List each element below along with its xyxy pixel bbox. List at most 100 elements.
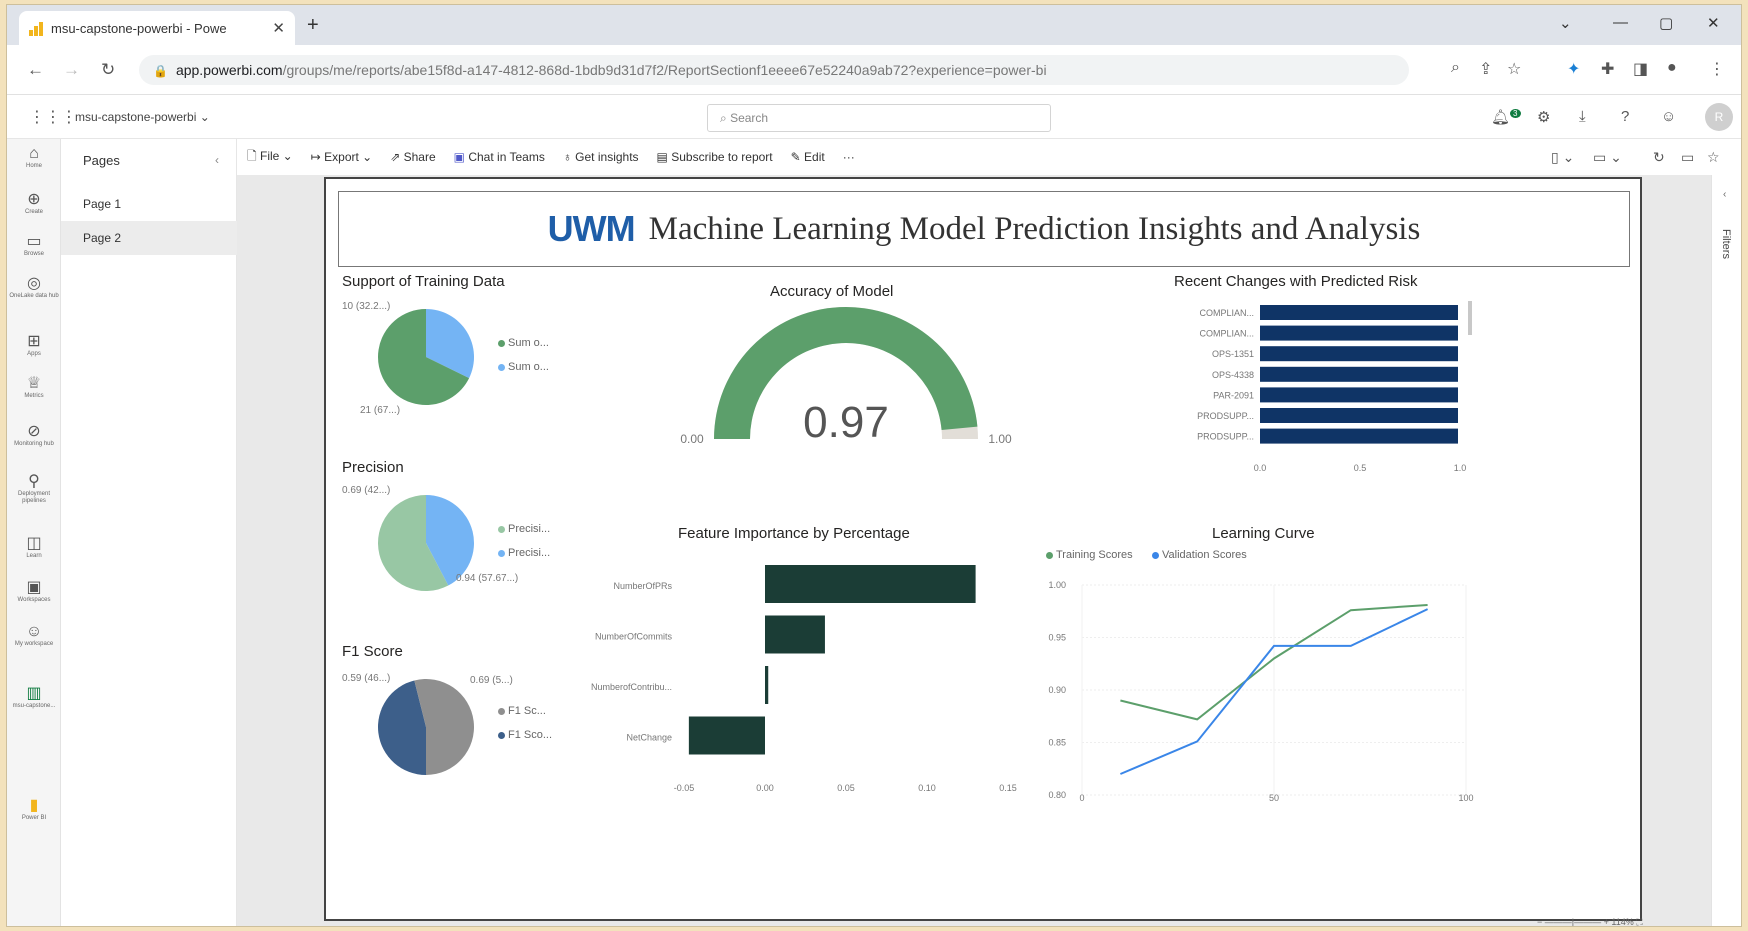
zoom-slider-thumb[interactable]: |	[1572, 917, 1574, 926]
risk-x-tick: 1.0	[1454, 463, 1467, 473]
rail-item-create[interactable]: ⊕ Create	[7, 189, 61, 216]
filters-pane[interactable]: ‹ Filters	[1711, 175, 1741, 926]
fit-page-icon[interactable]: ▭ ⌄	[1593, 149, 1622, 166]
file-menu[interactable]: 🗋︎ File ⌄	[247, 147, 293, 168]
maximize-icon[interactable]: ▢	[1659, 14, 1673, 32]
monitoring-icon: ⊘	[27, 423, 41, 440]
page-item-1[interactable]: Page 1	[61, 187, 237, 221]
rail-item-my-workspace[interactable]: ☺ My workspace	[7, 623, 61, 648]
rail-item-metrics[interactable]: ♕ Metrics	[7, 373, 61, 400]
more-options-button[interactable]: ···	[843, 150, 855, 164]
close-window-icon[interactable]: ✕	[1707, 14, 1720, 32]
rail-item-powerbi[interactable]: ▮ Power BI	[7, 795, 61, 822]
profile-icon[interactable]: ●	[1667, 59, 1677, 77]
bookmark-star-icon[interactable]: ☆	[1507, 59, 1521, 79]
app-launcher-icon[interactable]: ⋮⋮⋮	[29, 107, 77, 127]
rail-item-workspaces[interactable]: ▣ Workspaces	[7, 577, 61, 604]
feature-category-label: NetChange	[626, 733, 672, 743]
extensions-puzzle-icon[interactable]: ✚	[1601, 59, 1614, 79]
rail-item-home[interactable]: ⌂ Home	[7, 145, 61, 170]
fit-to-page-icon[interactable]: ⛶	[1636, 917, 1642, 926]
comment-icon[interactable]: ▭	[1681, 149, 1694, 166]
pages-title: Pages	[83, 153, 120, 168]
onelake-icon: ◎	[27, 275, 41, 292]
rail-item-onelake[interactable]: ◎ OneLake data hub	[7, 273, 61, 300]
rail-label: Workspaces	[17, 597, 51, 603]
insights-label: Get insights	[575, 150, 639, 164]
page-item-2[interactable]: Page 2	[61, 221, 237, 255]
get-insights-button[interactable]: ♁ Get insights	[563, 150, 639, 164]
url-bar[interactable]: 🔒 app.powerbi.com/groups/me/reports/abe15…	[139, 55, 1409, 85]
workspace-breadcrumb[interactable]: msu-capstone-powerbi ⌄	[75, 110, 210, 124]
share-page-icon[interactable]: ⇪	[1479, 59, 1492, 79]
back-icon[interactable]: ←	[27, 60, 44, 80]
risk-bar-chart[interactable]: COMPLIAN... COMPLIAN... OPS-1351 OPS-4338 PA…	[1162, 291, 1482, 477]
tab-search-icon[interactable]: ⌄	[1559, 14, 1572, 32]
rail-label: Deployment pipelines	[17, 491, 50, 504]
rail-item-report[interactable]: ▥ msu-capstone...	[7, 683, 61, 710]
help-icon[interactable]: ?	[1621, 108, 1629, 125]
risk-bar-2	[1260, 325, 1458, 341]
edit-button[interactable]: ✎ Edit	[791, 150, 825, 164]
feedback-smiley-icon[interactable]: ☺	[1661, 108, 1676, 125]
precision-chart-title: Precision	[342, 459, 404, 476]
export-menu[interactable]: ↦ Export ⌄	[311, 150, 372, 164]
workspace-name: msu-capstone-powerbi	[75, 110, 197, 124]
new-tab-button[interactable]: +	[307, 14, 319, 37]
rail-item-browse[interactable]: ▭ Browse	[7, 231, 61, 258]
zoom-icon[interactable]: ⌕	[1451, 59, 1460, 77]
gauge-value: 0.97	[803, 398, 889, 447]
learning-line-chart[interactable]: 1.00 0.95 0.90 0.85 0.80 0 50 100	[1034, 563, 1496, 807]
favorite-star-icon[interactable]: ☆	[1707, 149, 1720, 166]
share-button[interactable]: ⇗ Share	[390, 150, 435, 164]
risk-category-label: PRODSUPP...	[1197, 411, 1254, 421]
browser-tab[interactable]: msu-capstone-powerbi - Powe ✕	[19, 11, 295, 45]
rail-item-monitoring[interactable]: ⊘ Monitoring hub	[7, 421, 61, 448]
precision-pie-chart[interactable]	[366, 483, 486, 603]
share-label: Share	[403, 150, 436, 164]
learning-x-tick: 0	[1079, 793, 1084, 803]
risk-chart-title: Recent Changes with Predicted Risk	[1174, 273, 1418, 290]
accuracy-gauge[interactable]: 0.97 0.00 1.00	[666, 305, 1026, 455]
feature-bar-chart[interactable]: NumberOfPRs NumberOfCommits NumberofContri…	[576, 547, 1036, 807]
f1-pie-chart[interactable]	[366, 667, 486, 787]
support-legend-2: Sum o...	[498, 361, 549, 373]
view-menu-icon[interactable]: ▯ ⌄	[1551, 149, 1574, 166]
expand-filters-icon[interactable]: ‹	[1723, 189, 1726, 200]
learning-y-tick: 0.80	[1048, 790, 1066, 800]
refresh-icon[interactable]: ↻	[1653, 149, 1665, 166]
extension-icon[interactable]: ✦	[1567, 59, 1580, 79]
chat-in-teams-button[interactable]: ▣ Chat in Teams	[454, 150, 545, 164]
reload-icon[interactable]: ↻	[101, 60, 115, 80]
browser-menu-icon[interactable]: ⋮	[1709, 59, 1725, 79]
my-workspace-icon: ☺	[25, 623, 43, 640]
rail-item-pipeline[interactable]: ⚲ Deployment pipelines	[7, 471, 61, 505]
download-icon[interactable]: ⤓	[1579, 108, 1586, 125]
search-box[interactable]: ⌕ Search	[707, 104, 1051, 132]
zoom-control[interactable]: − ———|——— + 114% ⛶	[1537, 917, 1643, 926]
rail-item-apps[interactable]: ⊞ Apps	[7, 331, 61, 358]
user-avatar[interactable]: R	[1705, 103, 1733, 131]
support-slice-label-2: 21 (67...)	[360, 405, 401, 416]
chevron-down-icon: ⌄	[199, 110, 210, 124]
file-label: File	[260, 148, 280, 163]
report-banner: UWM Machine Learning Model Prediction In…	[338, 191, 1630, 267]
notifications-icon[interactable]: 🔔︎ 3	[1491, 108, 1521, 126]
feature-bar-1	[765, 565, 976, 603]
browser-window: msu-capstone-powerbi - Powe ✕ + ⌄ — ▢ ✕ …	[6, 4, 1742, 927]
forward-icon[interactable]: →	[63, 60, 80, 80]
collapse-pages-icon[interactable]: ‹	[215, 153, 219, 167]
subscribe-icon: ▤	[656, 150, 668, 164]
support-pie-chart[interactable]	[366, 297, 486, 417]
rail-item-learn[interactable]: ◫ Learn	[7, 533, 61, 560]
minimize-icon[interactable]: —	[1613, 14, 1628, 31]
rail-label: Browse	[23, 251, 44, 257]
powerbi-icon: ▮	[29, 797, 39, 814]
settings-gear-icon[interactable]: ⚙	[1537, 108, 1550, 126]
rail-label: msu-capstone...	[12, 703, 56, 709]
subscribe-button[interactable]: ▤ Subscribe to report	[657, 150, 773, 164]
powerbi-favicon-icon	[29, 20, 43, 36]
precision-slice-label-1: 0.69 (42...)	[342, 485, 391, 496]
tab-close-icon[interactable]: ✕	[272, 19, 285, 37]
side-panel-icon[interactable]: ◨	[1633, 59, 1648, 79]
